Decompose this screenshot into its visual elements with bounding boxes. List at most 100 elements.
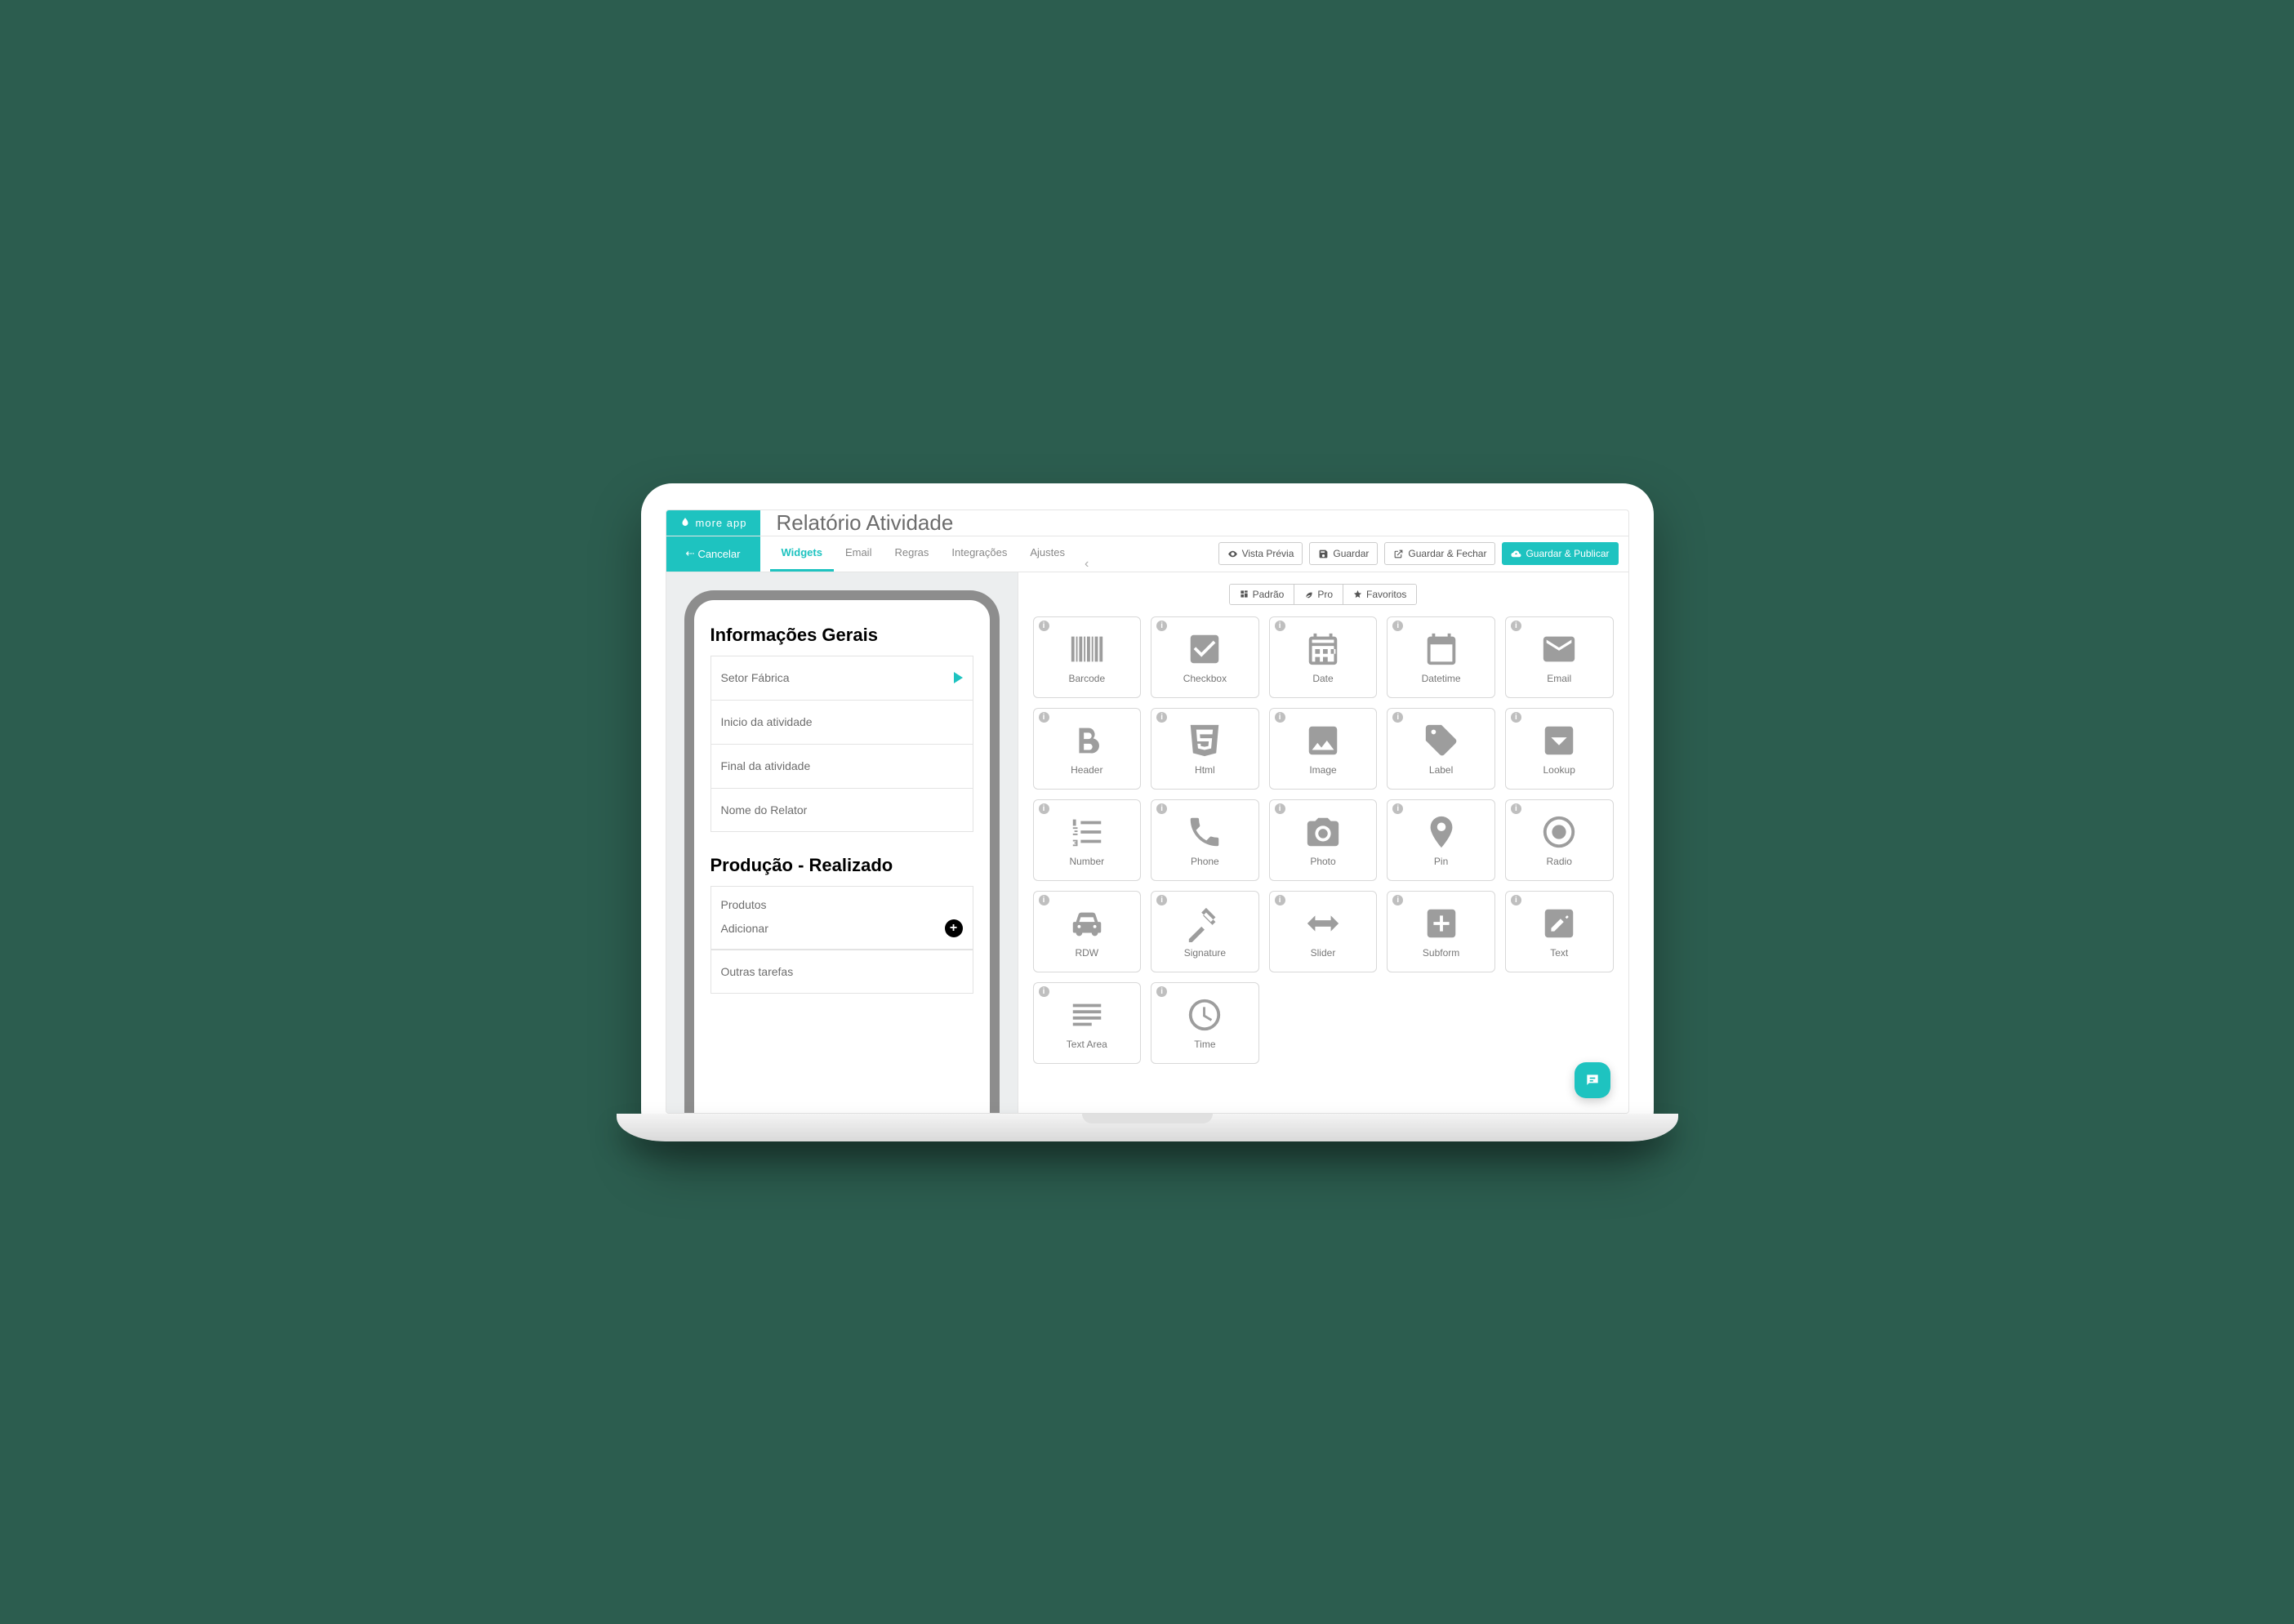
list-numbered-icon: [1068, 813, 1106, 851]
widget-barcode-label: Barcode: [1068, 673, 1105, 684]
info-icon[interactable]: i: [1392, 712, 1403, 723]
chat-fab[interactable]: [1575, 1062, 1610, 1098]
tabs-more-arrow[interactable]: ‹: [1076, 557, 1097, 572]
widget-html[interactable]: i Html: [1151, 708, 1259, 790]
info-icon[interactable]: i: [1039, 621, 1049, 631]
info-icon[interactable]: i: [1039, 895, 1049, 905]
filter-segmented-control: Padrão Pro Favoritos: [1229, 584, 1418, 605]
laptop-frame: more app Relatório Atividade ⇠ Cancelar …: [641, 483, 1654, 1141]
widget-signature-label: Signature: [1184, 947, 1226, 959]
plus-circle-icon[interactable]: +: [945, 919, 963, 937]
widget-subform[interactable]: i Subform: [1387, 891, 1495, 972]
widget-photo[interactable]: i Photo: [1269, 799, 1378, 881]
barcode-icon: [1068, 630, 1106, 668]
widget-text-label: Text: [1550, 947, 1568, 959]
edit-square-icon: [1540, 905, 1578, 942]
tab-integracoes[interactable]: Integrações: [940, 536, 1018, 572]
info-icon[interactable]: i: [1392, 895, 1403, 905]
field-outras-tarefas[interactable]: Outras tarefas: [710, 950, 973, 994]
field-produtos[interactable]: Produtos Adicionar +: [710, 886, 973, 950]
widget-radio[interactable]: i Radio: [1505, 799, 1614, 881]
tab-ajustes[interactable]: Ajustes: [1018, 536, 1076, 572]
filter-favoritos[interactable]: Favoritos: [1343, 585, 1416, 604]
info-icon[interactable]: i: [1156, 621, 1167, 631]
filter-padrao[interactable]: Padrão: [1230, 585, 1295, 604]
widget-number[interactable]: i Number: [1033, 799, 1142, 881]
info-icon[interactable]: i: [1156, 712, 1167, 723]
cancel-button[interactable]: ⇠ Cancelar: [666, 536, 760, 572]
tab-email[interactable]: Email: [834, 536, 884, 572]
info-icon[interactable]: i: [1275, 712, 1285, 723]
save-button[interactable]: Guardar: [1309, 542, 1378, 565]
widget-subform-label: Subform: [1423, 947, 1459, 959]
info-icon[interactable]: i: [1511, 895, 1521, 905]
eye-icon: [1227, 549, 1238, 559]
save-icon: [1318, 549, 1329, 559]
info-icon[interactable]: i: [1039, 712, 1049, 723]
tab-ajustes-label: Ajustes: [1030, 546, 1065, 558]
widget-pin[interactable]: i Pin: [1387, 799, 1495, 881]
widget-email[interactable]: i Email: [1505, 616, 1614, 698]
widget-text[interactable]: i Text: [1505, 891, 1614, 972]
info-icon[interactable]: i: [1156, 895, 1167, 905]
info-icon[interactable]: i: [1511, 803, 1521, 814]
widget-slider-label: Slider: [1311, 947, 1336, 959]
arrow-left-icon: ⇠: [686, 547, 695, 560]
widget-slider[interactable]: i Slider: [1269, 891, 1378, 972]
tab-widgets[interactable]: Widgets: [770, 536, 834, 572]
widget-checkbox[interactable]: i Checkbox: [1151, 616, 1259, 698]
phone-mockup: Informações Gerais Setor Fábrica Inicio …: [684, 590, 1000, 1113]
widget-header[interactable]: i Header: [1033, 708, 1142, 790]
info-icon[interactable]: i: [1511, 621, 1521, 631]
field-nome-relator-label: Nome do Relator: [721, 803, 808, 816]
field-final[interactable]: Final da atividade: [710, 744, 973, 788]
widget-rdw[interactable]: i RDW: [1033, 891, 1142, 972]
field-nome-relator[interactable]: Nome do Relator: [710, 788, 973, 832]
info-icon[interactable]: i: [1275, 621, 1285, 631]
field-setor-fabrica[interactable]: Setor Fábrica: [710, 656, 973, 700]
save-close-button[interactable]: Guardar & Fechar: [1384, 542, 1495, 565]
info-icon[interactable]: i: [1275, 803, 1285, 814]
widget-time[interactable]: i Time: [1151, 982, 1259, 1064]
laptop-base: [617, 1114, 1678, 1141]
save-publish-button[interactable]: Guardar & Publicar: [1502, 542, 1618, 565]
preview-button[interactable]: Vista Prévia: [1218, 542, 1303, 565]
widget-barcode[interactable]: i Barcode: [1033, 616, 1142, 698]
widget-signature[interactable]: i Signature: [1151, 891, 1259, 972]
field-inicio-label: Inicio da atividade: [721, 715, 813, 728]
save-publish-label: Guardar & Publicar: [1526, 548, 1609, 559]
widget-date-label: Date: [1312, 673, 1333, 684]
tab-widgets-label: Widgets: [782, 546, 822, 558]
field-inicio[interactable]: Inicio da atividade: [710, 700, 973, 744]
filter-pro[interactable]: Pro: [1294, 585, 1343, 604]
info-icon[interactable]: i: [1392, 621, 1403, 631]
widget-html-label: Html: [1195, 764, 1215, 776]
widget-phone[interactable]: i Phone: [1151, 799, 1259, 881]
info-icon[interactable]: i: [1511, 712, 1521, 723]
field-final-label: Final da atividade: [721, 759, 811, 772]
info-icon[interactable]: i: [1156, 986, 1167, 997]
info-icon[interactable]: i: [1392, 803, 1403, 814]
widget-lookup[interactable]: i Lookup: [1505, 708, 1614, 790]
content-area: Informações Gerais Setor Fábrica Inicio …: [666, 572, 1628, 1113]
form-preview-column: Informações Gerais Setor Fábrica Inicio …: [666, 572, 1018, 1113]
widget-datetime[interactable]: i Datetime: [1387, 616, 1495, 698]
widget-photo-label: Photo: [1310, 856, 1335, 867]
widget-image[interactable]: i Image: [1269, 708, 1378, 790]
widget-filter-bar: Padrão Pro Favoritos: [1033, 584, 1614, 605]
widget-textarea[interactable]: i Text Area: [1033, 982, 1142, 1064]
widget-date[interactable]: i Date: [1269, 616, 1378, 698]
brand-text: more app: [696, 517, 747, 529]
calendar-icon: [1304, 630, 1342, 668]
info-icon[interactable]: i: [1275, 895, 1285, 905]
widget-label[interactable]: i Label: [1387, 708, 1495, 790]
tab-integracoes-label: Integrações: [951, 546, 1007, 558]
tab-bar: Widgets Email Regras Integrações Ajustes…: [760, 536, 1107, 572]
info-icon[interactable]: i: [1039, 803, 1049, 814]
info-icon[interactable]: i: [1156, 803, 1167, 814]
tab-regras[interactable]: Regras: [883, 536, 940, 572]
info-icon[interactable]: i: [1039, 986, 1049, 997]
checkbox-icon: [1186, 630, 1223, 668]
widget-number-label: Number: [1069, 856, 1104, 867]
caret-right-icon: [954, 672, 963, 683]
